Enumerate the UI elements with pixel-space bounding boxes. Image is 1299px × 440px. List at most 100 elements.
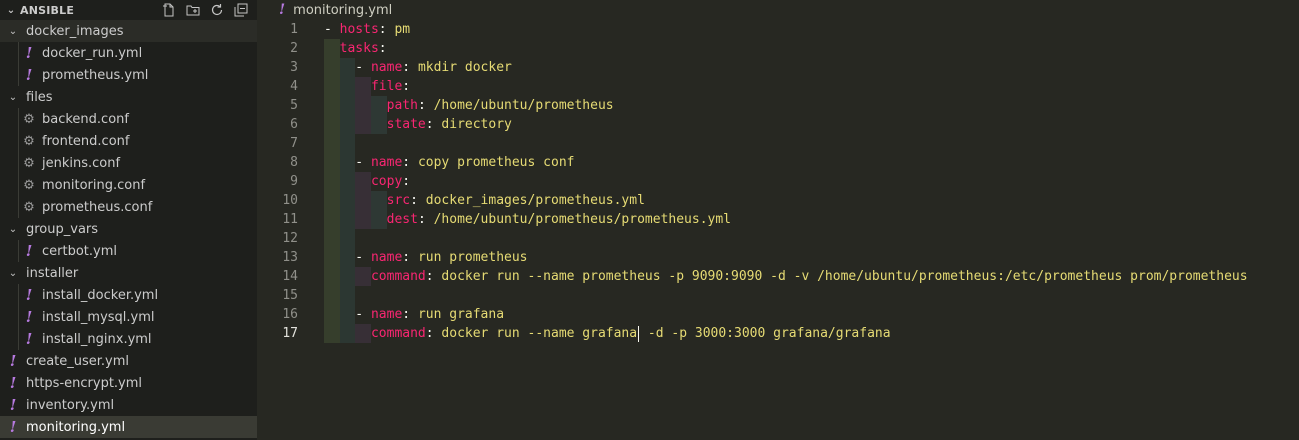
- code-line[interactable]: 14 command: docker run --name prometheus…: [257, 267, 1299, 286]
- line-content: command: docker run --name prometheus -p…: [324, 267, 1248, 286]
- indent-guide: [324, 286, 340, 305]
- code-line[interactable]: 8 - name: copy prometheus conf: [257, 153, 1299, 172]
- editor-tab-breadcrumb[interactable]: ! monitoring.yml: [257, 0, 1299, 20]
- text-cursor: [638, 325, 640, 342]
- tree-item-label: inventory.yml: [26, 397, 115, 413]
- code-line[interactable]: 17 command: docker run --name grafana -d…: [257, 324, 1299, 343]
- tree-file[interactable]: ⚙ jenkins.conf: [0, 152, 257, 174]
- chevron-down-icon[interactable]: ⌄: [6, 26, 20, 37]
- indent-guide: [18, 306, 19, 328]
- yaml-value: docker_images/prometheus.yml: [425, 193, 645, 208]
- gear-icon: ⚙: [23, 177, 35, 193]
- tree-file[interactable]: ⚙ monitoring.conf: [0, 174, 257, 196]
- line-content: - name: mkdir docker: [324, 58, 512, 77]
- line-number: 3: [290, 60, 298, 75]
- yaml-key: command: [370, 326, 426, 341]
- line-number: 1: [290, 22, 298, 37]
- line-content: copy:: [324, 172, 410, 191]
- editor-area[interactable]: ! monitoring.yml 1- hosts: pm 2 tasks: 3 -…: [257, 0, 1299, 440]
- punctuation: :: [410, 193, 426, 208]
- file-tree: ⌄ docker_images! docker_run.yml! prometheus…: [0, 20, 257, 438]
- new-file-icon[interactable]: [161, 2, 177, 18]
- chevron-down-icon[interactable]: ⌄: [6, 224, 20, 235]
- code-line[interactable]: 10 src: docker_images/prometheus.yml: [257, 191, 1299, 210]
- code-line[interactable]: 4 file:: [257, 77, 1299, 96]
- line-content: dest: /home/ubuntu/prometheus/prometheus…: [324, 210, 731, 229]
- code-line[interactable]: 6 state: directory: [257, 115, 1299, 134]
- code-line[interactable]: 9 copy:: [257, 172, 1299, 191]
- yaml-value: mkdir docker: [417, 60, 512, 75]
- yaml-file-icon: !: [9, 374, 17, 392]
- code-line[interactable]: 11 dest: /home/ubuntu/prometheus/prometh…: [257, 210, 1299, 229]
- line-number: 16: [282, 307, 298, 322]
- tree-item-label: install_mysql.yml: [42, 309, 155, 325]
- explorer-sidebar: ⌄ ANSIBLE ⌄ docker_images! docker_run.yml!…: [0, 0, 257, 440]
- tree-folder[interactable]: ⌄ files: [0, 86, 257, 108]
- code-line[interactable]: 7: [257, 134, 1299, 153]
- chevron-down-icon[interactable]: ⌄: [6, 92, 20, 103]
- punctuation: [324, 98, 387, 113]
- indent-guide: [18, 196, 19, 218]
- punctuation: :: [425, 269, 442, 284]
- tree-file[interactable]: ! inventory.yml: [0, 394, 257, 416]
- refresh-icon[interactable]: [209, 2, 225, 18]
- tree-folder[interactable]: ⌄ installer: [0, 262, 257, 284]
- line-number: 14: [282, 269, 298, 284]
- line-content: - name: run grafana: [324, 305, 504, 324]
- tree-file[interactable]: ⚙ frontend.conf: [0, 130, 257, 152]
- gear-icon: ⚙: [23, 199, 35, 215]
- yaml-value: copy prometheus conf: [417, 155, 575, 170]
- code-line[interactable]: 12: [257, 229, 1299, 248]
- punctuation: -: [324, 22, 340, 37]
- code-line[interactable]: 16 - name: run grafana: [257, 305, 1299, 324]
- explorer-header[interactable]: ⌄ ANSIBLE: [0, 0, 257, 20]
- punctuation: :: [425, 326, 442, 341]
- yaml-key: state: [386, 117, 426, 132]
- tree-file[interactable]: ! https-encrypt.yml: [0, 372, 257, 394]
- punctuation: :: [402, 174, 411, 189]
- yaml-key: copy: [370, 174, 403, 189]
- punctuation: [324, 269, 371, 284]
- tree-file[interactable]: ! install_mysql.yml: [0, 306, 257, 328]
- tree-file[interactable]: ! certbot.yml: [0, 240, 257, 262]
- tab-label: monitoring.yml: [293, 2, 393, 18]
- yaml-key: dest: [386, 212, 418, 227]
- yaml-file-icon: !: [25, 44, 33, 62]
- yaml-value: directory: [441, 117, 512, 132]
- tree-item-label: backend.conf: [42, 111, 129, 127]
- code-editor[interactable]: 1- hosts: pm 2 tasks: 3 - name: mkdir dock…: [257, 20, 1299, 343]
- tree-folder[interactable]: ⌄ docker_images: [0, 20, 257, 42]
- tree-file[interactable]: ! install_docker.yml: [0, 284, 257, 306]
- new-folder-icon[interactable]: [185, 2, 201, 18]
- yaml-key: name: [370, 307, 403, 322]
- indent-guide: [339, 134, 356, 153]
- indent-guide: [324, 229, 340, 248]
- chevron-down-icon[interactable]: ⌄: [4, 5, 18, 16]
- code-line[interactable]: 15: [257, 286, 1299, 305]
- punctuation: [324, 41, 340, 56]
- tree-file[interactable]: ! create_user.yml: [0, 350, 257, 372]
- punctuation: -: [324, 307, 371, 322]
- tree-item-label: install_nginx.yml: [42, 331, 152, 347]
- tree-file[interactable]: ⚙ backend.conf: [0, 108, 257, 130]
- code-line[interactable]: 3 - name: mkdir docker: [257, 58, 1299, 77]
- code-line[interactable]: 13 - name: run prometheus: [257, 248, 1299, 267]
- gear-icon: ⚙: [23, 155, 35, 171]
- code-line[interactable]: 2 tasks:: [257, 39, 1299, 58]
- line-number: 12: [282, 231, 298, 246]
- tree-item-label: https-encrypt.yml: [26, 375, 143, 391]
- yaml-file-icon: !: [9, 418, 17, 436]
- tree-file[interactable]: ⚙ prometheus.conf: [0, 196, 257, 218]
- tree-file[interactable]: ! monitoring.yml: [0, 416, 257, 438]
- line-content: tasks:: [324, 39, 387, 58]
- code-line[interactable]: 1 - hosts: pm: [257, 20, 1299, 39]
- collapse-all-icon[interactable]: [233, 2, 249, 18]
- tree-file[interactable]: ! prometheus.yml: [0, 64, 257, 86]
- yaml-file-icon: !: [279, 2, 286, 18]
- code-line[interactable]: 5 path: /home/ubuntu/prometheus: [257, 96, 1299, 115]
- chevron-down-icon[interactable]: ⌄: [6, 268, 20, 279]
- tree-file[interactable]: ! install_nginx.yml: [0, 328, 257, 350]
- tree-folder[interactable]: ⌄ group_vars: [0, 218, 257, 240]
- yaml-file-icon: !: [25, 66, 33, 84]
- tree-file[interactable]: ! docker_run.yml: [0, 42, 257, 64]
